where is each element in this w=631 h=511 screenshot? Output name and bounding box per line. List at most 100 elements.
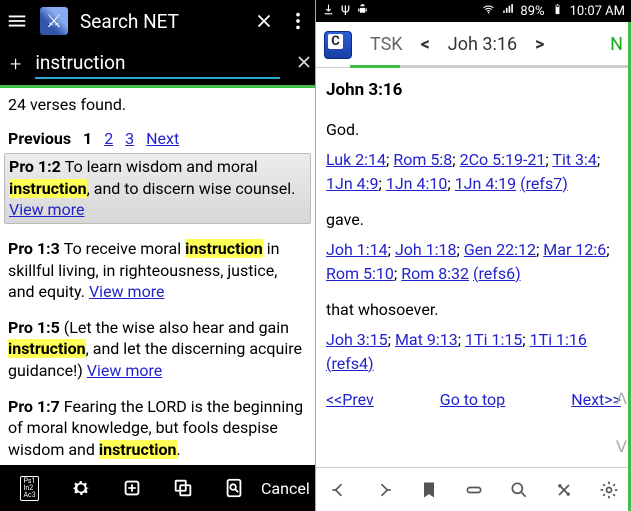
settings-icon[interactable]: [593, 474, 625, 506]
result-reference: Pro 1:2: [9, 157, 65, 176]
app-title: Search NET: [80, 10, 241, 33]
overflow-menu-icon[interactable]: [287, 10, 309, 32]
section-refs: Luk 2:14; Rom 5:8; 2Co 5:19-21; Tit 3:4;…: [326, 148, 621, 196]
view-more-link[interactable]: View more: [9, 200, 84, 219]
right-bottom-bar: [316, 467, 631, 511]
section-word: that whosoever.: [326, 298, 621, 322]
clear-search-icon[interactable]: [294, 52, 314, 76]
scroll-hints: ᐱ ᐯ: [616, 387, 627, 459]
left-pane: ⚔ Search NET + 24 verses found. Previous…: [0, 0, 315, 511]
left-bottom-bar: Ps1In2Ac3 Cancel: [0, 465, 315, 511]
find-in-page-icon[interactable]: [218, 472, 250, 504]
next-chapter-icon[interactable]: >: [535, 34, 544, 55]
pager: Previous 1 2 3 Next: [8, 128, 307, 150]
search-bar: +: [0, 42, 315, 88]
result-reference: Pro 1:3: [8, 239, 64, 258]
view-more-link[interactable]: View more: [87, 361, 162, 380]
bookmark-icon[interactable]: [413, 474, 445, 506]
search-result[interactable]: Pro 1:7 Fearing the LORD is the beginnin…: [8, 396, 307, 461]
passage-selector[interactable]: Joh 3:16: [448, 34, 517, 55]
add-bookmark-icon[interactable]: [116, 472, 148, 504]
refs-group-link[interactable]: (refs7): [520, 174, 568, 193]
copy-icon[interactable]: [167, 472, 199, 504]
signal-icon: [501, 3, 514, 20]
translation-indicator[interactable]: N: [610, 34, 623, 55]
battery-percent: 89%: [520, 4, 544, 19]
search-results: 24 verses found. Previous 1 2 3 Next Pro…: [0, 88, 315, 465]
refs-group-link[interactable]: (refs6): [473, 264, 521, 283]
section-refs: Joh 3:15; Mat 9:13; 1Ti 1:15; 1Ti 1:16 (…: [326, 328, 621, 376]
prev-chapter-icon[interactable]: <: [421, 34, 430, 55]
cross-reference-link[interactable]: Rom 5:8: [393, 150, 452, 169]
cross-reference-link[interactable]: Joh 1:14: [326, 240, 388, 259]
next-page-link[interactable]: Next>>: [571, 388, 621, 412]
scroll-down-icon[interactable]: ᐯ: [616, 435, 627, 459]
status-time: 10:07 AM: [570, 4, 625, 19]
pager-previous-label: Previous: [8, 129, 71, 148]
cross-reference-link[interactable]: 2Co 5:19-21: [460, 150, 546, 169]
cross-reference-link[interactable]: 1Jn 4:19: [455, 174, 516, 193]
section-word: God.: [326, 118, 621, 142]
app-logo-icon: ⚔: [40, 7, 68, 35]
section-word: gave.: [326, 208, 621, 232]
section-refs: Joh 1:14; Joh 1:18; Gen 22:12; Mar 12:6;…: [326, 238, 621, 286]
android-status-bar: Ψ 89% 10:07 AM: [316, 0, 631, 22]
cross-reference-link[interactable]: 1Jn 4:10: [386, 174, 447, 193]
cross-reference-link[interactable]: Gen 22:12: [464, 240, 536, 259]
fullscreen-icon[interactable]: [458, 474, 490, 506]
cross-reference-link[interactable]: Joh 1:18: [395, 240, 457, 259]
cross-reference-link[interactable]: Mat 9:13: [395, 330, 458, 349]
tools-icon[interactable]: [548, 474, 580, 506]
module-name[interactable]: TSK: [370, 34, 403, 55]
highlight: instruction: [99, 440, 177, 459]
forward-icon[interactable]: [368, 474, 400, 506]
cross-reference-link[interactable]: 1Jn 4:9: [326, 174, 378, 193]
menu-icon[interactable]: [6, 10, 28, 32]
highlight: instruction: [9, 179, 87, 198]
wifi-icon: [482, 3, 495, 20]
settings-icon[interactable]: [65, 472, 97, 504]
back-icon[interactable]: [323, 474, 355, 506]
right-app-bar: TSK < Joh 3:16 > N: [316, 22, 631, 68]
results-count: 24 verses found.: [8, 94, 307, 116]
cross-reference-link[interactable]: Mar 12:6: [543, 240, 606, 259]
usb-icon: Ψ: [341, 4, 350, 19]
cancel-button[interactable]: Cancel: [269, 472, 301, 504]
pager-next-link[interactable]: Next: [146, 129, 179, 148]
cross-reference-link[interactable]: Luk 2:14: [326, 150, 386, 169]
cross-reference-link[interactable]: Rom 5:10: [326, 264, 394, 283]
search-result[interactable]: Pro 1:3 To receive moral instruction in …: [8, 238, 307, 303]
result-reference: Pro 1:5: [8, 318, 64, 337]
strongs-icon[interactable]: Ps1In2Ac3: [14, 472, 46, 504]
search-result[interactable]: Pro 1:5 (Let the wise also hear and gain…: [8, 317, 307, 382]
close-icon[interactable]: [253, 10, 275, 32]
cross-reference-link[interactable]: 1Ti 1:16: [530, 330, 587, 349]
search-input[interactable]: [35, 48, 280, 79]
cross-reference-link[interactable]: Tit 3:4: [552, 150, 597, 169]
pager-page-link[interactable]: 3: [125, 129, 134, 148]
cross-reference-link[interactable]: Rom 8:32: [401, 264, 469, 283]
pager-page-current: 1: [83, 129, 92, 148]
cross-reference-link[interactable]: Joh 3:15: [326, 330, 388, 349]
left-app-bar: ⚔ Search NET: [0, 0, 315, 42]
result-reference: Pro 1:7: [8, 397, 64, 416]
module-icon[interactable]: [324, 31, 352, 59]
refs-group-link[interactable]: (refs4): [326, 354, 374, 373]
view-more-link[interactable]: View more: [89, 282, 164, 301]
search-icon[interactable]: [503, 474, 535, 506]
download-icon: [322, 3, 335, 20]
prev-page-link[interactable]: <<Prev: [326, 388, 374, 412]
search-result[interactable]: Pro 1:2 To learn wisdom and moral instru…: [4, 153, 311, 224]
pager-page-link[interactable]: 2: [104, 129, 113, 148]
page-nav-row: <<Prev Go to top Next>>: [326, 388, 621, 412]
android-icon: [356, 3, 369, 20]
cross-reference-link[interactable]: 1Ti 1:15: [465, 330, 522, 349]
scroll-up-icon[interactable]: ᐱ: [616, 387, 627, 411]
right-content: John 3:16 God. Luk 2:14; Rom 5:8; 2Co 5:1…: [316, 68, 631, 467]
highlight: instruction: [185, 239, 263, 258]
add-tab-icon[interactable]: +: [10, 52, 21, 76]
go-to-top-link[interactable]: Go to top: [440, 388, 505, 412]
right-pane: Ψ 89% 10:07 AM TSK < Joh 3:16 > N John 3…: [315, 0, 631, 511]
passage-title: John 3:16: [326, 78, 621, 104]
battery-icon: [551, 3, 564, 20]
